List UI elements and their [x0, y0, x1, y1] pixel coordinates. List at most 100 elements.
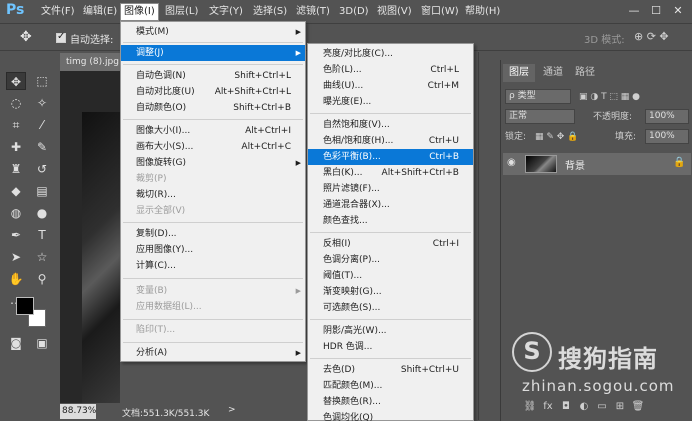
filter-icons[interactable]: ▣ ◑ T ⬚ ▦ ● — [579, 88, 640, 106]
opacity-input[interactable]: 100% — [645, 109, 689, 124]
menu-item-hdr-toning[interactable]: HDR 色调... — [308, 339, 473, 355]
menu-item-duplicate[interactable]: 复制(D)... — [121, 226, 305, 242]
healing-brush-icon[interactable]: ✚ — [6, 138, 26, 156]
menu-item-trap[interactable]: 陷印(T)... — [121, 322, 305, 338]
tab-channels[interactable]: 通道 — [537, 64, 569, 82]
menu-item-auto-color[interactable]: 自动颜色(O) Shift+Ctrl+B — [121, 100, 305, 116]
magic-wand-icon[interactable]: ✧ — [32, 94, 52, 112]
path-select-icon[interactable]: ➤ — [6, 248, 26, 266]
maximize-icon[interactable]: ☐ — [648, 4, 664, 18]
menu-item-color-lookup[interactable]: 颜色查找... — [308, 213, 473, 229]
menu-item-black-white[interactable]: 黑白(K)... Alt+Shift+Ctrl+B — [308, 165, 473, 181]
menu-view[interactable]: 视图(V) — [374, 4, 415, 20]
crop-tool-icon[interactable]: ⌗ — [6, 116, 26, 134]
zoom-tool-icon[interactable]: ⚲ — [32, 270, 52, 288]
canvas-image[interactable] — [82, 112, 120, 403]
screen-mode-icon[interactable]: ▣ — [32, 334, 52, 352]
menu-3d[interactable]: 3D(D) — [336, 4, 372, 20]
menu-item-gradient-map[interactable]: 渐变映射(G)... — [308, 284, 473, 300]
menu-type[interactable]: 文字(Y) — [206, 4, 246, 20]
zoom-field[interactable]: 88.73% — [60, 404, 96, 419]
menu-item-canvas-size[interactable]: 画布大小(S)... Alt+Ctrl+C — [121, 139, 305, 155]
layer-filter-select[interactable]: ρ 类型 — [505, 89, 571, 104]
menu-file[interactable]: 文件(F) — [38, 4, 78, 20]
pen-tool-icon[interactable]: ✒ — [6, 226, 26, 244]
menu-item-selective-color[interactable]: 可选颜色(S)... — [308, 300, 473, 316]
adjustment-layer-icon[interactable]: ◐ — [575, 401, 593, 412]
eraser-tool-icon[interactable]: ◆ — [6, 182, 26, 200]
foreground-color-swatch[interactable] — [16, 297, 34, 315]
tab-layers[interactable]: 图层 — [503, 64, 535, 82]
menu-item-trim[interactable]: 裁切(R)... — [121, 187, 305, 203]
menu-item-exposure[interactable]: 曝光度(E)... — [308, 94, 473, 110]
history-brush-icon[interactable]: ↺ — [32, 160, 52, 178]
marquee-tool-icon[interactable]: ⬚ — [32, 72, 52, 90]
menu-item-brightness-contrast[interactable]: 亮度/对比度(C)... — [308, 46, 473, 62]
brush-tool-icon[interactable]: ✎ — [32, 138, 52, 156]
menu-item-replace-color[interactable]: 替换颜色(R)... — [308, 394, 473, 410]
auto-select-checkbox[interactable] — [56, 31, 66, 43]
new-layer-icon[interactable]: ⊞ — [611, 401, 629, 412]
menu-item-vibrance[interactable]: 自然饱和度(V)... — [308, 117, 473, 133]
status-menu-arrow[interactable]: > — [228, 405, 236, 415]
blend-mode-select[interactable]: 正常 — [505, 109, 575, 124]
link-layers-icon[interactable]: ⛓ — [521, 401, 539, 412]
menu-window[interactable]: 窗口(W) — [418, 4, 462, 20]
type-tool-icon[interactable]: T — [32, 226, 52, 244]
lasso-tool-icon[interactable]: ◌ — [6, 94, 26, 112]
menu-item-match-color[interactable]: 匹配颜色(M)... — [308, 378, 473, 394]
menu-item-variables[interactable]: 变量(B) ▶ — [121, 283, 305, 299]
menu-image[interactable]: 图像(I) — [120, 3, 159, 21]
menu-item-reveal-all[interactable]: 显示全部(V) — [121, 203, 305, 219]
quick-mask-icon[interactable]: ◙ — [6, 334, 26, 352]
fx-icon[interactable]: fx — [539, 401, 557, 412]
menu-item-shadows-highlights[interactable]: 阴影/高光(W)... — [308, 323, 473, 339]
menu-edit[interactable]: 编辑(E) — [80, 4, 120, 20]
menu-filter[interactable]: 滤镜(T) — [293, 4, 333, 20]
new-group-icon[interactable]: ▭ — [593, 401, 611, 412]
menu-item-auto-tone[interactable]: 自动色调(N) Shift+Ctrl+L — [121, 68, 305, 84]
delete-layer-icon[interactable]: 🗑 — [629, 401, 647, 412]
menu-item-curves[interactable]: 曲线(U)... Ctrl+M — [308, 78, 473, 94]
menu-item-photo-filter[interactable]: 照片滤镜(F)... — [308, 181, 473, 197]
shape-tool-icon[interactable]: ☆ — [32, 248, 52, 266]
menu-item-analysis[interactable]: 分析(A) ▶ — [121, 345, 305, 361]
clone-stamp-icon[interactable]: ♜ — [6, 160, 26, 178]
add-mask-icon[interactable]: ◘ — [557, 401, 575, 412]
menu-item-equalize[interactable]: 色调均化(Q) — [308, 410, 473, 421]
lock-icons[interactable]: ▦ ✎ ✥ 🔒 — [535, 128, 578, 146]
close-icon[interactable]: ✕ — [670, 4, 686, 18]
menu-item-calculations[interactable]: 计算(C)... — [121, 258, 305, 274]
hand-tool-icon[interactable]: ✋ — [6, 270, 26, 288]
menu-item-image-size[interactable]: 图像大小(I)... Alt+Ctrl+I — [121, 123, 305, 139]
eyedropper-icon[interactable]: ⁄ — [32, 116, 52, 134]
menu-item-auto-contrast[interactable]: 自动对比度(U) Alt+Shift+Ctrl+L — [121, 84, 305, 100]
menu-item-apply-image[interactable]: 应用图像(Y)... — [121, 242, 305, 258]
3d-mode-icons[interactable]: ⊕ ⟳ ✥ — [634, 30, 669, 43]
menu-item-desaturate[interactable]: 去色(D) Shift+Ctrl+U — [308, 362, 473, 378]
menu-item-image-rotation[interactable]: 图像旋转(G) ▶ — [121, 155, 305, 171]
menu-item-posterize[interactable]: 色调分离(P)... — [308, 252, 473, 268]
menu-item-invert[interactable]: 反相(I) Ctrl+I — [308, 236, 473, 252]
layer-row-background[interactable]: ◉ 背景 🔒 — [503, 153, 691, 175]
menu-item-crop[interactable]: 裁剪(P) — [121, 171, 305, 187]
menu-item-channel-mixer[interactable]: 通道混合器(X)... — [308, 197, 473, 213]
menu-item-levels[interactable]: 色阶(L)... Ctrl+L — [308, 62, 473, 78]
menu-select[interactable]: 选择(S) — [250, 4, 290, 20]
menu-item-apply-data-set[interactable]: 应用数据组(L)... — [121, 299, 305, 315]
menu-item-hue-saturation[interactable]: 色相/饱和度(H)... Ctrl+U — [308, 133, 473, 149]
menu-item-adjustments[interactable]: 调整(J) ▶ — [121, 45, 305, 61]
move-tool-icon[interactable]: ✥ — [20, 29, 32, 45]
menu-layer[interactable]: 图层(L) — [162, 4, 201, 20]
gradient-tool-icon[interactable]: ▤ — [32, 182, 52, 200]
blur-tool-icon[interactable]: ◍ — [6, 204, 26, 222]
fill-input[interactable]: 100% — [645, 129, 689, 144]
visibility-eye-icon[interactable]: ◉ — [507, 157, 516, 168]
move-tool-icon[interactable]: ✥ — [6, 72, 26, 90]
minimize-icon[interactable]: — — [626, 4, 642, 18]
dodge-tool-icon[interactable]: ● — [32, 204, 52, 222]
menu-item-threshold[interactable]: 阈值(T)... — [308, 268, 473, 284]
document-tab[interactable]: timg (8).jpg — [60, 53, 122, 71]
menu-item-color-balance[interactable]: 色彩平衡(B)... Ctrl+B — [308, 149, 473, 165]
tab-paths[interactable]: 路径 — [569, 64, 601, 82]
